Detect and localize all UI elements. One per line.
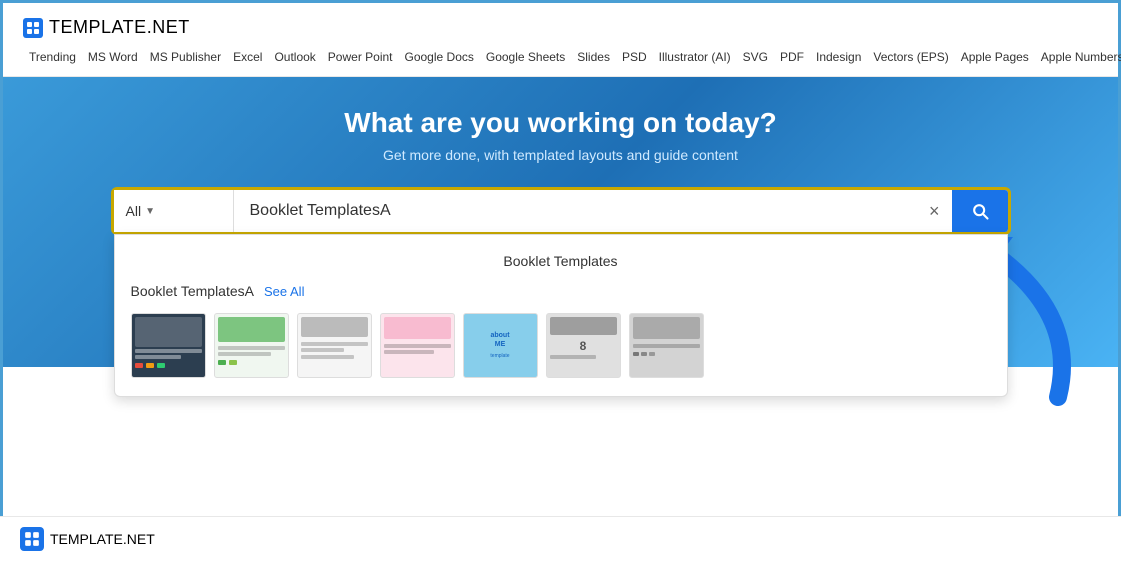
logo-icon <box>23 18 43 38</box>
template-thumbnail[interactable]: 8 <box>546 313 621 378</box>
nav-item-slides[interactable]: Slides <box>571 48 616 66</box>
chevron-down-icon: ▼ <box>145 206 155 217</box>
template-thumbnail[interactable] <box>297 313 372 378</box>
logo-text: TEMPLATE.NET <box>49 17 190 38</box>
dropdown-row: Booklet TemplatesA See All <box>115 277 1007 305</box>
header: TEMPLATE.NET Trending MS Word MS Publish… <box>3 3 1118 77</box>
hero-section: What are you working on today? Get more … <box>3 77 1118 367</box>
nav-item-illustrator[interactable]: Illustrator (AI) <box>653 48 737 66</box>
template-thumbnail[interactable]: aboutME template <box>463 313 538 378</box>
template-thumbnail[interactable] <box>629 313 704 378</box>
nav-item-pdf[interactable]: PDF <box>774 48 810 66</box>
template-thumbnail[interactable] <box>380 313 455 378</box>
hero-subheading: Get more done, with templated layouts an… <box>23 147 1098 163</box>
nav-item-psd[interactable]: PSD <box>616 48 653 66</box>
main-nav: Trending MS Word MS Publisher Excel Outl… <box>23 48 1098 66</box>
search-category-label: All <box>126 203 142 219</box>
footer: TEMPLATE.NET <box>0 516 1121 561</box>
nav-item-vectors[interactable]: Vectors (EPS) <box>867 48 954 66</box>
nav-item-msword[interactable]: MS Word <box>82 48 144 66</box>
hero-heading: What are you working on today? <box>23 107 1098 139</box>
footer-logo-icon <box>20 527 44 551</box>
search-category-dropdown[interactable]: All ▼ <box>114 190 234 232</box>
nav-item-svg[interactable]: SVG <box>737 48 774 66</box>
see-all-link[interactable]: See All <box>264 284 304 299</box>
dropdown-row-title: Booklet TemplatesA <box>131 283 254 299</box>
nav-item-applepages[interactable]: Apple Pages <box>955 48 1035 66</box>
dropdown-suggestion-item[interactable]: Booklet Templates <box>115 245 1007 277</box>
nav-item-googledocs[interactable]: Google Docs <box>399 48 480 66</box>
nav-item-outlook[interactable]: Outlook <box>268 48 321 66</box>
search-dropdown: Booklet Templates Booklet TemplatesA See… <box>114 234 1008 397</box>
dropdown-thumbnails: aboutME template 8 <box>115 305 1007 386</box>
nav-item-mspublisher[interactable]: MS Publisher <box>144 48 227 66</box>
nav-item-googlesheets[interactable]: Google Sheets <box>480 48 571 66</box>
search-bar: All ▼ × Booklet Templates Booklet Templa… <box>111 187 1011 235</box>
search-button[interactable] <box>952 190 1008 232</box>
search-input[interactable] <box>234 190 917 232</box>
nav-item-trending[interactable]: Trending <box>23 48 82 66</box>
clear-search-button[interactable]: × <box>917 190 952 232</box>
logo[interactable]: TEMPLATE.NET <box>23 17 1098 38</box>
nav-item-indesign[interactable]: Indesign <box>810 48 867 66</box>
search-icon <box>970 201 990 221</box>
footer-logo-text: TEMPLATE.NET <box>50 531 155 547</box>
template-thumbnail[interactable] <box>214 313 289 378</box>
nav-item-excel[interactable]: Excel <box>227 48 268 66</box>
template-thumbnail[interactable] <box>131 313 206 378</box>
nav-item-powerpoint[interactable]: Power Point <box>322 48 399 66</box>
nav-item-applenumbers[interactable]: Apple Numbers <box>1035 48 1121 66</box>
